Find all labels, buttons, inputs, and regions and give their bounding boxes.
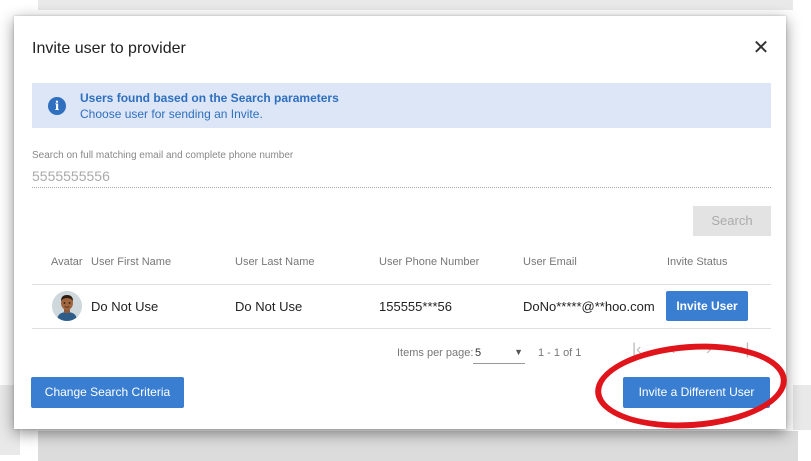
backdrop-shade-top (38, 0, 793, 10)
items-per-page-select[interactable]: 5 ▼ (473, 344, 525, 364)
table-header-divider (32, 284, 771, 285)
table-row-divider (32, 328, 771, 329)
info-icon: i (48, 97, 66, 115)
next-page-icon[interactable]: › (706, 341, 711, 359)
items-per-page-value: 5 (475, 347, 482, 359)
column-header-email[interactable]: User Email (523, 256, 577, 268)
previous-page-icon[interactable]: ‹ (670, 341, 675, 359)
pagination-range: 1 - 1 of 1 (538, 347, 582, 359)
last-page-icon[interactable]: ›| (740, 341, 749, 359)
search-label: Search on full matching email and comple… (32, 150, 294, 161)
search-input[interactable] (32, 164, 771, 188)
close-icon[interactable]: ✕ (751, 38, 771, 58)
column-header-phone[interactable]: User Phone Number (379, 256, 479, 268)
first-page-icon[interactable]: |‹ (632, 341, 641, 359)
cell-first-name: Do Not Use (91, 299, 159, 314)
column-header-last-name[interactable]: User Last Name (235, 256, 314, 268)
dialog-title: Invite user to provider (32, 40, 186, 57)
banner-subtitle: Choose user for sending an Invite. (80, 107, 263, 121)
invite-user-button[interactable]: Invite User (666, 291, 748, 321)
column-header-invite-status: Invite Status (667, 256, 728, 268)
change-search-criteria-button[interactable]: Change Search Criteria (31, 377, 184, 408)
banner-title: Users found based on the Search paramete… (80, 91, 339, 105)
column-header-avatar: Avatar (51, 256, 83, 268)
invite-different-user-button[interactable]: Invite a Different User (623, 377, 770, 408)
cell-last-name: Do Not Use (235, 299, 303, 314)
info-banner: i Users found based on the Search parame… (32, 83, 771, 128)
cell-phone: 155555***56 (379, 299, 453, 314)
backdrop-shade-right (793, 385, 811, 430)
items-per-page-label: Items per page: (397, 347, 474, 359)
user-avatar-icon (52, 291, 82, 321)
cell-email: DoNo*****@**hoo.com (523, 299, 655, 314)
backdrop-shade-bottom (38, 431, 798, 461)
column-header-first-name[interactable]: User First Name (91, 256, 171, 268)
invite-user-dialog: Invite user to provider ✕ i Users found … (14, 16, 786, 429)
chevron-down-icon: ▼ (514, 347, 523, 357)
search-button[interactable]: Search (693, 206, 771, 236)
